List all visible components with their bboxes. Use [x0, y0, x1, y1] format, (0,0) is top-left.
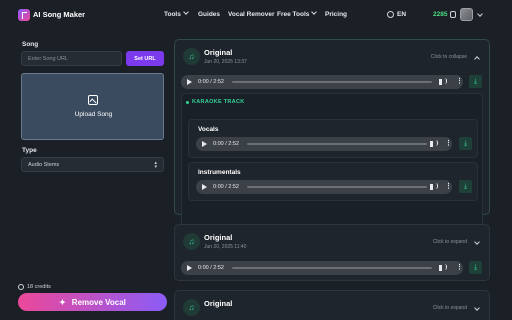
play-icon[interactable]	[202, 141, 207, 147]
audio-time: 0:00 / 2:52	[213, 141, 239, 147]
more-options-icon[interactable]: ⋮	[456, 77, 463, 85]
stem-label: Instrumentals	[198, 169, 241, 176]
stem-instrumentals: Instrumentals 0:00 / 2:52 ⋮ ⤓	[188, 162, 478, 201]
seek-bar[interactable]	[232, 267, 432, 269]
nav-tools[interactable]: Tools	[164, 9, 189, 18]
audio-player[interactable]: 0:00 / 2:52 ⋮	[196, 137, 452, 151]
stem-label: Vocals	[198, 126, 219, 133]
type-select[interactable]: Audio Stems ▴ ▾	[21, 157, 164, 172]
download-button[interactable]: ⤓	[459, 137, 472, 150]
track-card-collapsed[interactable]: ♫ Original Jun 20, 2025 11:40 Click to e…	[174, 224, 490, 281]
nav-guides[interactable]: Guides	[198, 11, 220, 18]
seek-bar[interactable]	[247, 143, 427, 145]
credit-balance: 2285	[433, 11, 448, 18]
status-dot	[186, 101, 189, 104]
audio-player[interactable]: 0:00 / 2:52 ⋮	[196, 180, 452, 194]
track-date: Jun 20, 2025 11:40	[204, 244, 247, 250]
volume-icon[interactable]	[430, 140, 438, 147]
audio-player[interactable]: 0:00 / 2:52 ⋮	[181, 75, 463, 89]
type-select-value: Audio Stems	[28, 162, 60, 168]
chevron-down-icon[interactable]	[477, 11, 483, 17]
track-card-collapsed[interactable]: ♫ Original Click to expand	[174, 290, 490, 320]
image-upload-icon	[88, 95, 98, 105]
download-icon: ⤓	[463, 140, 468, 147]
more-options-icon[interactable]: ⋮	[445, 139, 452, 147]
karaoke-track-panel: KARAOKE TRACK Vocals 0:00 / 2:52 ⋮ ⤓ Ins…	[181, 93, 483, 241]
nav-vocal-remover[interactable]: Vocal Remover	[228, 11, 274, 18]
song-label: Song	[22, 41, 39, 48]
nav-pricing[interactable]: Pricing	[325, 11, 347, 18]
upload-song-label: Upload Song	[74, 111, 113, 118]
top-nav-bar: AI Song Maker Tools Guides Vocal Remover…	[0, 0, 512, 30]
music-note-icon: ♫	[183, 233, 200, 250]
track-title: Original	[204, 233, 233, 242]
nav-pricing-label: Pricing	[325, 11, 348, 18]
chevron-down-icon	[311, 9, 318, 15]
play-icon[interactable]	[187, 79, 192, 85]
download-button[interactable]: ⤓	[469, 261, 482, 274]
chevron-down-icon[interactable]	[474, 305, 480, 311]
nav-vocal-remover-label: Vocal Remover	[228, 11, 275, 18]
more-options-icon[interactable]: ⋮	[445, 182, 452, 190]
play-icon[interactable]	[202, 184, 207, 190]
chevron-down-icon[interactable]	[474, 239, 480, 245]
track-title: Original	[204, 299, 233, 308]
volume-icon[interactable]	[439, 264, 447, 271]
more-options-icon[interactable]: ⋮	[456, 263, 463, 271]
audio-time: 0:00 / 2:52	[198, 265, 224, 271]
avatar[interactable]	[460, 8, 473, 21]
app-logo-icon[interactable]	[18, 9, 30, 21]
nav-tools-label: Tools	[164, 11, 181, 18]
audio-time: 0:00 / 2:52	[213, 184, 239, 190]
song-url-input[interactable]	[21, 51, 122, 66]
track-title: Original	[204, 48, 233, 57]
chevron-down-icon	[183, 9, 189, 15]
seek-bar[interactable]	[232, 81, 432, 83]
chevron-up-down-icon: ▴ ▾	[154, 160, 157, 170]
music-note-icon: ♫	[183, 299, 200, 316]
download-button[interactable]: ⤓	[469, 75, 482, 88]
type-label: Type	[22, 147, 37, 154]
expand-toggle[interactable]: Click to expand	[433, 239, 467, 245]
karaoke-track-title: KARAOKE TRACK	[192, 99, 245, 105]
download-icon: ⤓	[473, 78, 478, 85]
credits-cost: 18 credits	[27, 284, 51, 290]
brand-name[interactable]: AI Song Maker	[33, 10, 85, 19]
globe-icon[interactable]	[387, 11, 394, 18]
audio-time: 0:00 / 2:52	[198, 79, 224, 85]
upload-song-dropzone[interactable]: Upload Song	[21, 73, 164, 140]
play-icon[interactable]	[187, 265, 192, 271]
nav-guides-label: Guides	[198, 11, 221, 18]
magic-wand-icon: ✦	[59, 297, 66, 307]
language-label: EN	[397, 11, 407, 18]
audio-player[interactable]: 0:00 / 2:52 ⋮	[181, 261, 463, 275]
download-icon: ⤓	[463, 183, 468, 190]
track-date: Jun 20, 2025 13:37	[204, 59, 247, 65]
stem-vocals: Vocals 0:00 / 2:52 ⋮ ⤓	[188, 119, 478, 158]
collapse-toggle[interactable]: Click to collapse	[431, 54, 467, 60]
download-button[interactable]: ⤓	[459, 180, 472, 193]
nav-free-tools-label: Free Tools	[277, 11, 310, 18]
seek-bar[interactable]	[247, 186, 427, 188]
language-selector[interactable]: EN	[397, 11, 406, 18]
remove-vocal-button[interactable]: ✦ Remove Vocal	[18, 293, 167, 311]
chevron-up-icon[interactable]	[474, 56, 480, 62]
coins-icon	[18, 284, 24, 290]
music-note-icon: ♫	[183, 48, 200, 65]
nav-free-tools[interactable]: Free Tools	[277, 9, 318, 18]
coin-icon	[450, 11, 456, 18]
volume-icon[interactable]	[439, 78, 447, 85]
remove-vocal-label: Remove Vocal	[71, 297, 126, 307]
set-url-button[interactable]: Set URL	[126, 51, 164, 66]
expand-toggle[interactable]: Click to expand	[433, 305, 467, 311]
volume-icon[interactable]	[430, 183, 438, 190]
download-icon: ⤓	[473, 264, 478, 271]
track-card-expanded: ♫ Original Jun 20, 2025 13:37 Click to c…	[174, 39, 490, 241]
